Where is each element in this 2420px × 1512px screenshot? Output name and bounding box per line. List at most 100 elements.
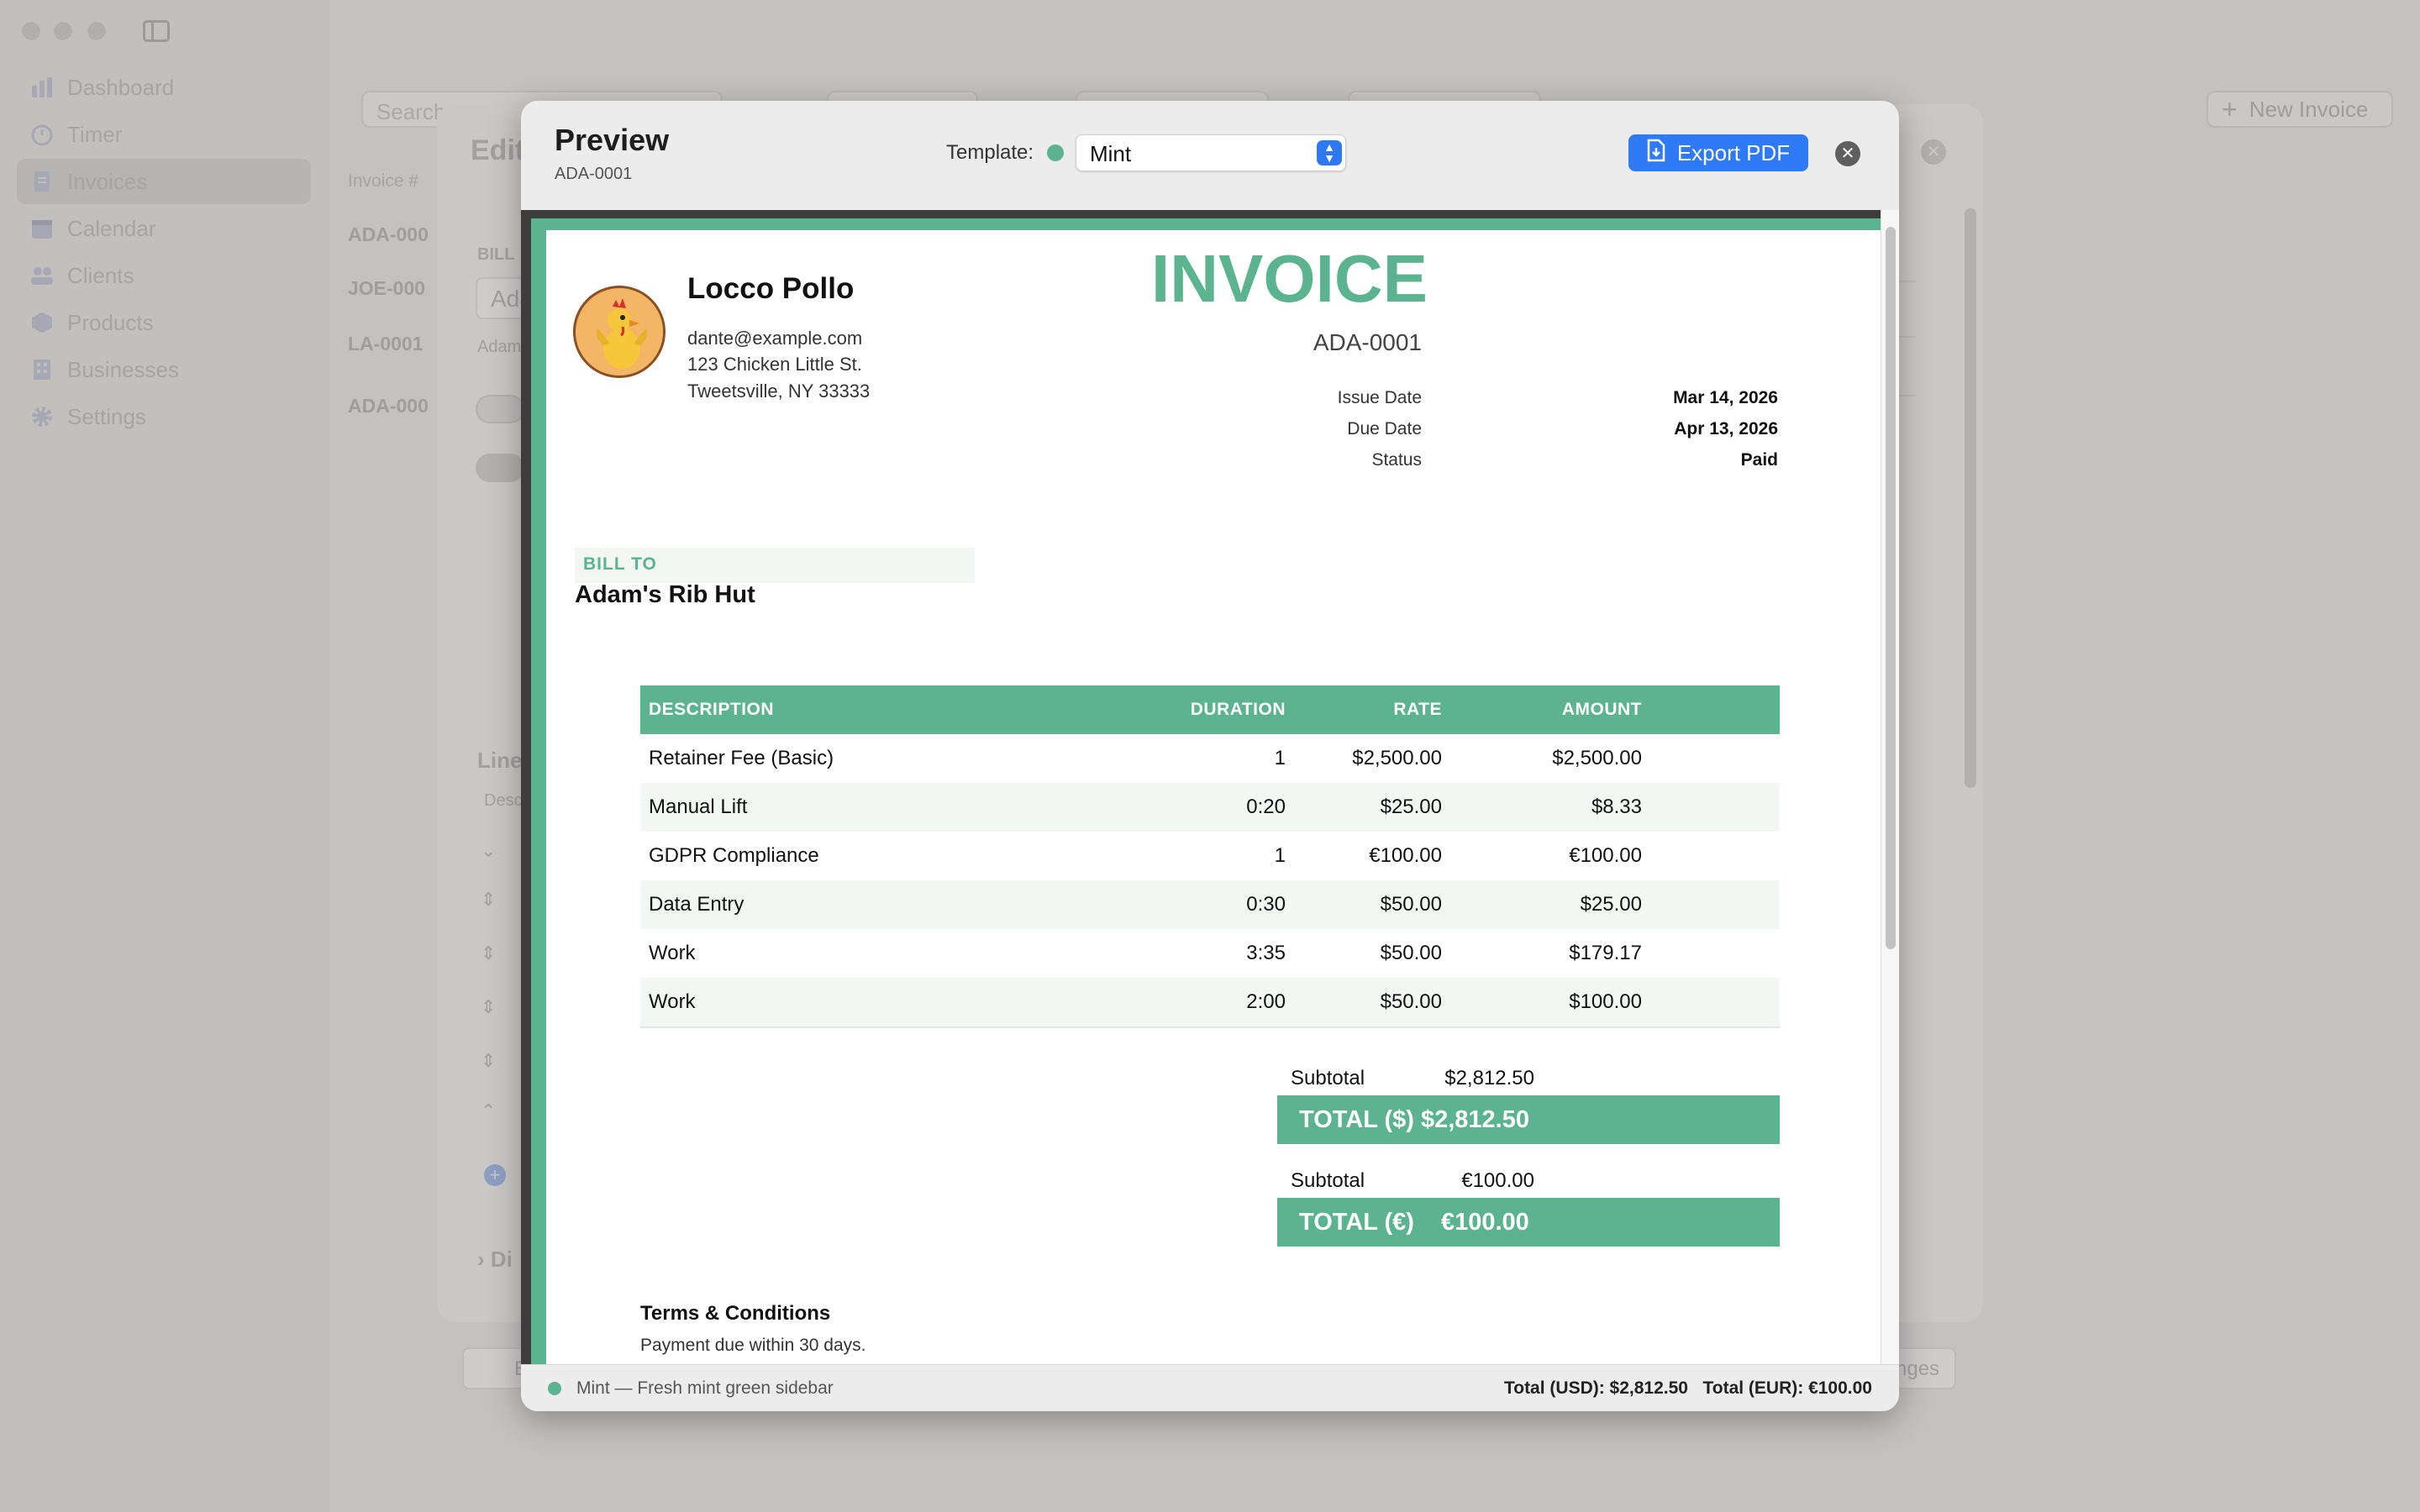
sidebar-item-label: Calendar [67,215,156,241]
plus-icon: + [2222,94,2238,124]
business-address-1: 123 Chicken Little St. [687,354,862,375]
business-address-2: Tweetsville, NY 33333 [687,381,871,402]
list-item[interactable]: JOE-000 [348,277,425,300]
new-invoice-button[interactable]: + New Invoice [2207,91,2393,128]
chevron-up-icon[interactable]: ⌃ [481,1100,496,1122]
editor-close-icon[interactable]: ✕ [1921,139,1946,165]
template-description: Mint — Fresh mint green sidebar [576,1378,834,1398]
sidebar-item-dashboard[interactable]: Dashboard [17,65,311,110]
toggle[interactable] [476,395,524,423]
col-duration: DURATION [1190,700,1286,719]
table-row: Manual Lift 0:20 $25.00 $8.33 [640,783,1780,832]
toggle[interactable] [476,454,524,482]
cell-amount: $179.17 [1569,942,1642,964]
table-row: Work 2:00 $50.00 $100.00 [640,978,1780,1026]
cell-rate: $50.00 [1380,893,1442,916]
total-bar-usd: TOTAL ($) $2,812.50 [1277,1095,1780,1144]
chevron-updown-icon[interactable]: ⇕ [481,1050,496,1072]
template-color-dot [1047,144,1064,161]
sidebar-item-label: Clients [67,262,134,288]
cell-duration: 0:30 [1246,893,1286,916]
sidebar-item-label: Invoices [67,168,148,194]
cell-rate: $50.00 [1380,990,1442,1013]
template-select[interactable]: Mint ▲ ▼ [1076,134,1346,171]
disclosure-text: Di [490,1247,513,1272]
sidebar-item-clients[interactable]: Clients [17,253,311,298]
sidebar-item-invoices[interactable]: Invoices [17,159,311,204]
close-icon[interactable]: ✕ [1835,141,1860,166]
add-line-icon[interactable]: + [484,1164,506,1186]
col-spacer [1642,685,1780,734]
chevron-down-icon[interactable]: ⌄ [481,840,496,862]
chevron-right-icon: › [477,1247,491,1272]
sidebar-item-label: Dashboard [67,74,175,100]
sidebar-item-calendar[interactable]: Calendar [17,206,311,251]
sidebar-toggle-icon[interactable] [143,20,170,42]
table-row: GDPR Compliance 1 €100.00 €100.00 [640,832,1780,880]
sidebar-item-businesses[interactable]: Businesses [17,347,311,392]
editor-scrollbar[interactable] [1965,208,1976,788]
sidebar: Dashboard Timer Invoices Calendar Client… [0,0,329,1512]
total-bar-eur: TOTAL (€) €100.00 [1277,1198,1780,1247]
sidebar-item-label: Settings [67,403,146,429]
gear-icon [30,405,54,428]
subtotal-value-eur: €100.00 [1461,1169,1534,1192]
template-label: Template: [946,141,1034,164]
modal-title: Preview [555,123,670,157]
accent-bar-top [531,218,1882,230]
cell-description: Work [649,990,696,1013]
editor-title: Edit [471,134,525,166]
cell-duration: 3:35 [1246,942,1286,964]
line-items-table: DESCRIPTION DURATION RATE AMOUNT Retaine… [640,685,1780,1026]
invoice-number: ADA-0001 [1313,329,1422,355]
col-description: DESCRIPTION [649,700,775,719]
chevron-updown-icon[interactable]: ⇕ [481,889,496,911]
chevron-updown-icon[interactable]: ⇕ [481,996,496,1018]
pdf-document-icon [1647,139,1665,168]
bottom-right-label: nges [1896,1357,1940,1380]
bottom-right-button[interactable]: nges [1891,1347,1956,1389]
bill-sub-label: Adam [477,338,522,356]
cell-description: GDPR Compliance [649,844,819,867]
scrollbar-thumb[interactable] [1886,227,1896,949]
total-label-eur: TOTAL (€) [1299,1208,1414,1236]
cell-duration: 1 [1274,844,1286,867]
sidebar-item-timer[interactable]: Timer [17,112,311,157]
table-bottom-rule [640,1026,1780,1028]
modal-footer: Mint — Fresh mint green sidebar Total (U… [521,1364,1899,1411]
description-label: Desc [484,791,523,810]
sidebar-item-products[interactable]: Products [17,300,311,345]
business-logo [573,286,666,378]
sidebar-item-settings[interactable]: Settings [17,394,311,439]
document-icon [30,170,54,193]
cell-amount: €100.00 [1569,844,1642,867]
chart-bar-icon [30,76,54,99]
window-close-button[interactable] [22,22,40,40]
sidebar-item-label: Timer [67,121,123,147]
list-item[interactable]: ADA-000 [348,395,429,417]
cell-amount: $25.00 [1580,893,1642,916]
chevron-updown-icon: ▲ ▼ [1317,140,1342,165]
modal-subtitle: ADA-0001 [555,165,633,183]
template-select-value: Mint [1090,141,1132,166]
export-pdf-button[interactable]: Export PDF [1628,134,1808,171]
window-zoom-button[interactable] [87,22,106,40]
cell-amount: $8.33 [1591,795,1642,818]
sidebar-item-label: Products [67,309,154,335]
due-date-label: Due Date [1347,419,1422,438]
export-pdf-label: Export PDF [1676,139,1791,165]
list-item[interactable]: LA-0001 [348,333,423,355]
table-row: Data Entry 0:30 $50.00 $25.00 [640,880,1780,929]
table-header: DESCRIPTION DURATION RATE AMOUNT [640,685,1780,734]
template-color-dot [548,1382,561,1395]
due-date-value: Apr 13, 2026 [1674,419,1778,438]
table-row: Retainer Fee (Basic) 1 $2,500.00 $2,500.… [640,734,1780,783]
cell-duration: 2:00 [1246,990,1286,1013]
total-value-usd: $2,812.50 [1420,1105,1529,1133]
window-minimize-button[interactable] [54,22,72,40]
cell-rate: $50.00 [1380,942,1442,964]
preview-scrollbar[interactable] [1881,210,1899,1364]
list-item[interactable]: ADA-000 [348,223,429,246]
chevron-updown-icon[interactable]: ⇕ [481,942,496,964]
total-label-usd: TOTAL ($) [1299,1105,1414,1133]
